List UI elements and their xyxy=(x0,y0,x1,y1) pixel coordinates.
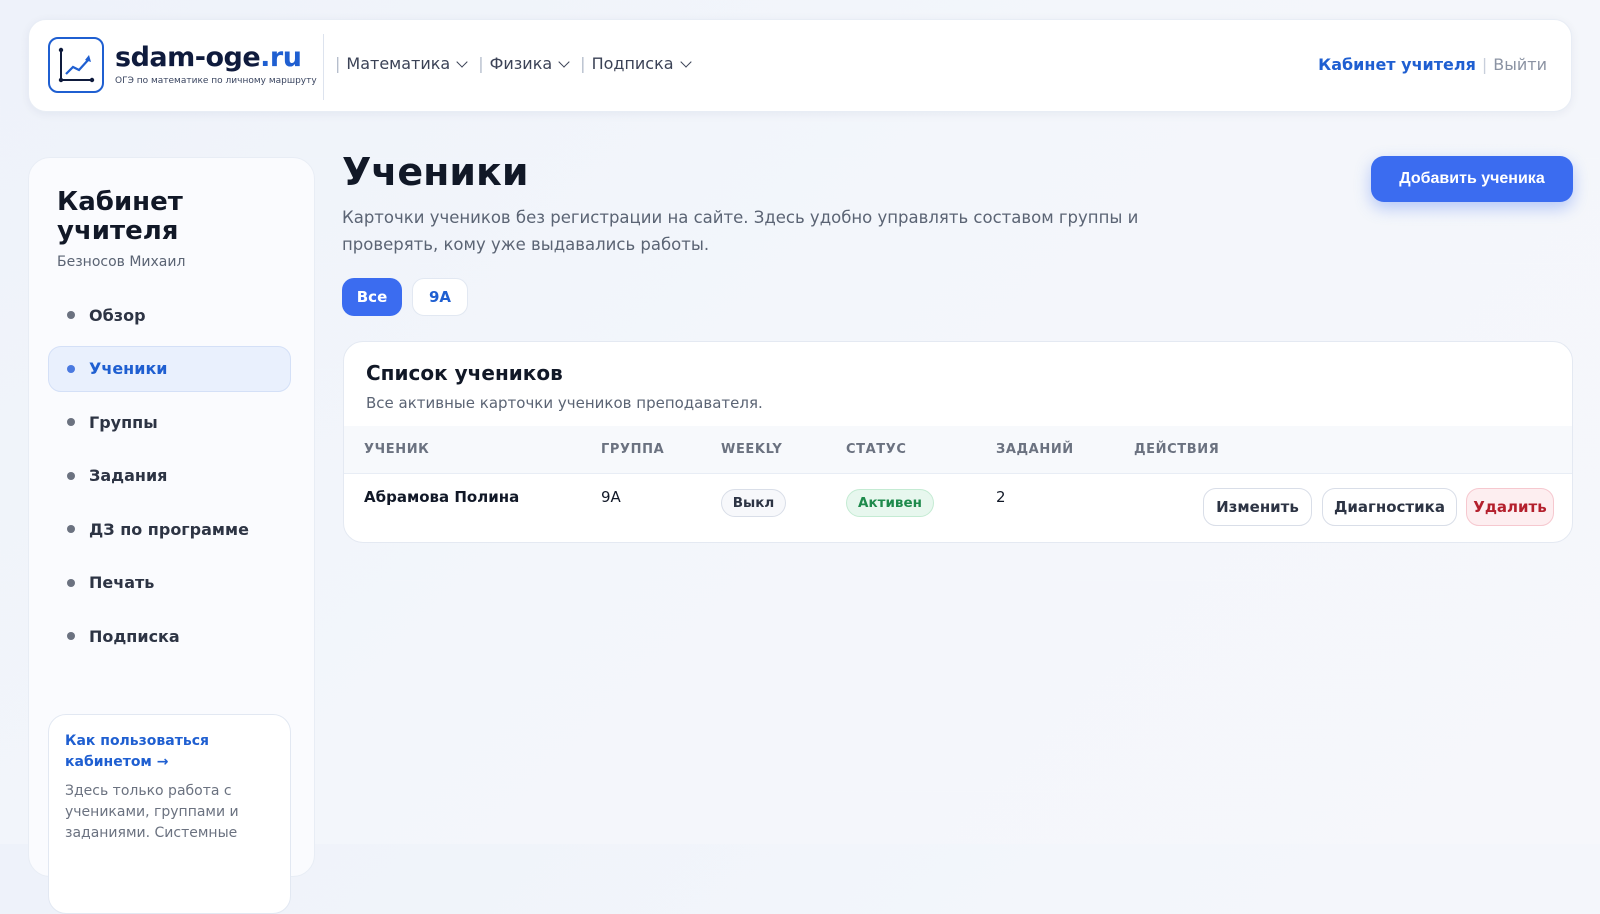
column-header-actions: ДЕЙСТВИЯ xyxy=(1134,442,1220,457)
nav-separator: | xyxy=(335,54,341,73)
sidebar-item-label: Печать xyxy=(89,573,155,592)
account-separator: | xyxy=(1481,55,1488,74)
tasks-count: 2 xyxy=(996,488,1006,506)
logout-link[interactable]: Выйти xyxy=(1493,55,1547,74)
column-header-group: ГРУППА xyxy=(601,442,665,457)
delete-button[interactable]: Удалить xyxy=(1466,488,1554,526)
edit-button[interactable]: Изменить xyxy=(1203,488,1312,526)
add-student-button[interactable]: Добавить ученика xyxy=(1371,156,1573,202)
nav-item-physics[interactable]: Физика xyxy=(490,54,553,73)
filter-chip-all[interactable]: Все xyxy=(342,278,402,316)
column-header-student: УЧЕНИК xyxy=(364,442,430,457)
top-header: sdam-oge.ru ОГЭ по математике по личному… xyxy=(28,19,1572,112)
sidebar-item-tasks[interactable]: Задания xyxy=(48,453,291,499)
bullet-icon xyxy=(67,578,75,587)
sidebar-item-label: Ученики xyxy=(89,359,168,378)
logo-chart-icon[interactable] xyxy=(48,37,104,93)
sidebar: Кабинет учителя Безносов Михаил Обзор Уч… xyxy=(28,157,315,914)
column-header-tasks: ЗАДАНИЙ xyxy=(996,442,1074,457)
main-nav: | Математика | Физика | Подписка xyxy=(327,54,694,73)
group-filter: Все 9А xyxy=(342,278,478,316)
column-header-weekly: WEEKLY xyxy=(721,442,783,457)
page-title: Ученики xyxy=(342,150,529,194)
brand-tagline: ОГЭ по математике по личному маршруту xyxy=(115,76,317,86)
sidebar-item-label: Задания xyxy=(89,466,168,485)
nav-separator: | xyxy=(478,54,484,73)
teacher-cabinet-link[interactable]: Кабинет учителя xyxy=(1318,55,1476,74)
brand-logo[interactable]: sdam-oge.ru ОГЭ по математике по личному… xyxy=(115,42,317,86)
filter-chip-9a[interactable]: 9А xyxy=(412,278,468,316)
bullet-icon xyxy=(67,632,75,640)
nav-separator: | xyxy=(580,54,586,73)
sidebar-item-students[interactable]: Ученики xyxy=(48,345,291,392)
sidebar-item-label: ДЗ по программе xyxy=(89,519,249,539)
bullet-icon xyxy=(67,471,75,480)
brand-name: sdam-oge.ru xyxy=(115,42,317,74)
sidebar-item-groups[interactable]: Группы xyxy=(48,399,291,445)
bullet-icon xyxy=(67,364,75,373)
student-name: Абрамова Полина xyxy=(364,488,520,506)
brand-main: sdam-oge xyxy=(115,42,261,73)
sidebar-item-overview[interactable]: Обзор xyxy=(48,292,291,338)
bullet-icon xyxy=(67,311,75,319)
weekly-badge: Выкл xyxy=(721,489,786,517)
sidebar-nav: Обзор Ученики Группы Задания ДЗ по прогр… xyxy=(48,292,291,667)
column-header-status: СТАТУС xyxy=(846,442,907,457)
sidebar-item-label: Подписка xyxy=(89,626,180,646)
chevron-down-icon[interactable] xyxy=(679,55,692,68)
status-badge: Активен xyxy=(846,489,934,517)
diagnostics-button[interactable]: Диагностика xyxy=(1322,488,1457,526)
card-title: Список учеников xyxy=(366,361,563,385)
table-header: УЧЕНИК ГРУППА WEEKLY СТАТУС ЗАДАНИЙ ДЕЙС… xyxy=(344,426,1572,474)
header-divider xyxy=(323,34,324,100)
sidebar-item-label: Группы xyxy=(89,412,158,432)
brand-tld: .ru xyxy=(260,42,302,73)
nav-item-subscription[interactable]: Подписка xyxy=(592,54,674,73)
sidebar-item-label: Обзор xyxy=(89,305,146,325)
help-link[interactable]: Как пользоваться кабинетом → xyxy=(65,731,245,773)
page-description: Карточки учеников без регистрации на сай… xyxy=(342,208,1139,254)
students-list-card: Список учеников Все активные карточки уч… xyxy=(343,341,1573,543)
card-subtitle: Все активные карточки учеников преподава… xyxy=(366,394,763,412)
sidebar-item-print[interactable]: Печать xyxy=(48,560,291,606)
bullet-icon xyxy=(67,525,75,533)
teacher-name: Безносов Михаил xyxy=(57,254,186,270)
help-text: Здесь только работа с учениками, группам… xyxy=(65,783,239,841)
help-card: Как пользоваться кабинетом → Здесь тольк… xyxy=(48,714,291,914)
nav-item-math[interactable]: Математика xyxy=(346,54,450,73)
sidebar-title: Кабинет учителя xyxy=(57,187,183,246)
bullet-icon xyxy=(67,418,75,426)
chevron-down-icon[interactable] xyxy=(456,55,468,68)
header-account-links: Кабинет учителя | Выйти xyxy=(1318,55,1547,74)
chevron-down-icon[interactable] xyxy=(558,55,570,68)
sidebar-item-subscription[interactable]: Подписка xyxy=(48,613,291,659)
sidebar-item-program-homework[interactable]: ДЗ по программе xyxy=(48,506,291,552)
student-group: 9А xyxy=(601,488,621,506)
